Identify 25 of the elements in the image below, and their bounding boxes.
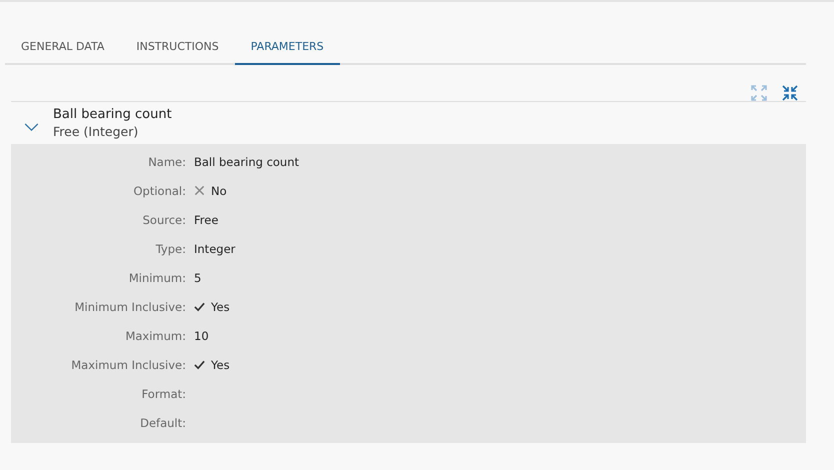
field-value: 5: [194, 270, 202, 284]
field-value: Integer: [194, 242, 236, 256]
field-value: 10: [194, 328, 209, 342]
field-label: Maximum Inclusive:: [70, 358, 187, 372]
field-label: Optional:: [132, 184, 187, 198]
field-label: Minimum Inclusive:: [74, 300, 187, 314]
field-label: Source:: [142, 212, 187, 226]
tab[interactable]: PARAMETERS: [234, 30, 340, 65]
field-label: Default:: [139, 416, 187, 430]
field-value: Yes: [211, 358, 230, 372]
field-value: Ball bearing count: [194, 154, 300, 168]
field-value: Yes: [211, 300, 230, 314]
tab[interactable]: GENERAL DATA: [5, 30, 120, 65]
field-label: Minimum:: [128, 270, 187, 284]
tab[interactable]: INSTRUCTIONS: [120, 30, 235, 65]
chevron-icon[interactable]: [24, 123, 39, 132]
parameter-title: Ball bearing count: [53, 107, 172, 122]
parameter-subtitle: Free (Integer): [53, 124, 140, 139]
field-label: Name:: [147, 154, 187, 168]
field-value: No: [211, 184, 227, 198]
field-label: Maximum:: [124, 328, 187, 342]
collapse-icon[interactable]: [782, 85, 798, 101]
field-label: Format:: [140, 386, 187, 400]
field-value: Free: [194, 212, 218, 226]
field-label: Type:: [154, 242, 187, 256]
